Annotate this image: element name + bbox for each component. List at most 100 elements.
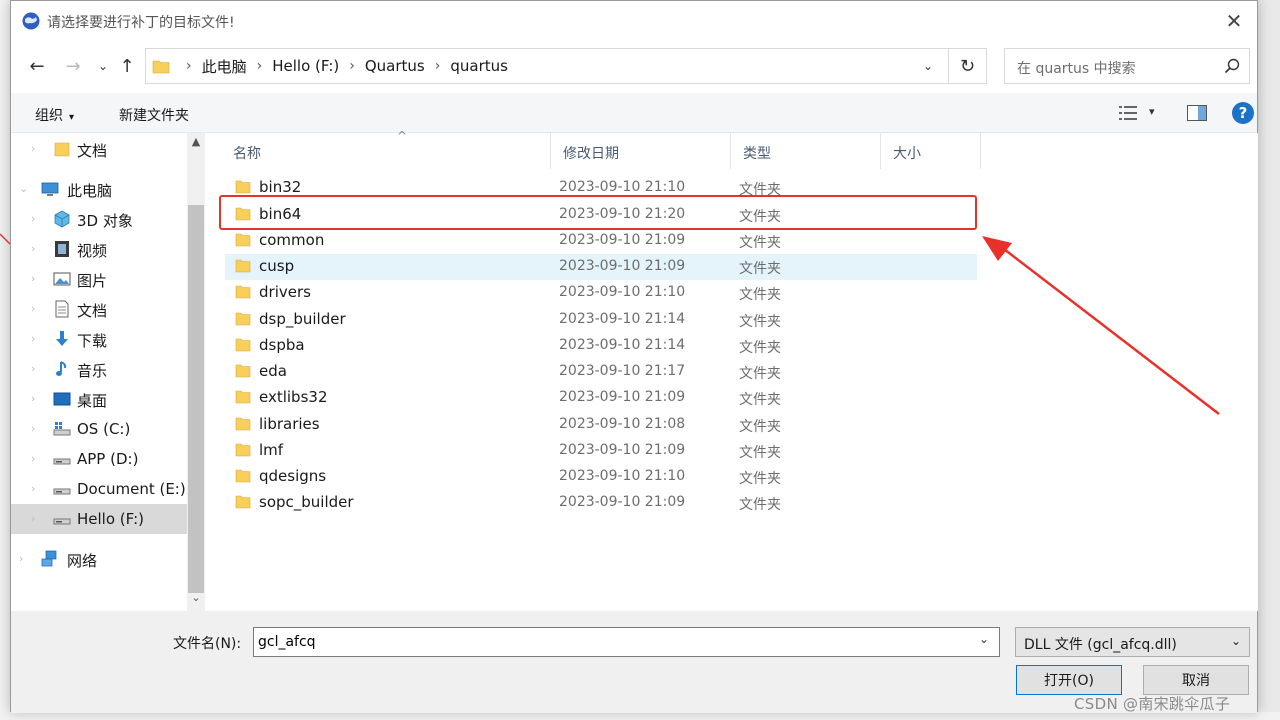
file-modified-date: 2023-09-10 21:10 <box>559 179 686 195</box>
help-icon[interactable]: ? <box>1232 102 1254 124</box>
chevron-right-icon[interactable]: › <box>257 58 263 74</box>
chevron-right-icon[interactable]: › <box>31 212 35 225</box>
folder-icon <box>235 338 251 352</box>
breadcrumb-quartus-root[interactable]: Quartus <box>365 57 425 75</box>
file-name: cusp <box>259 257 295 275</box>
chevron-right-icon[interactable]: › <box>349 58 355 74</box>
file-row[interactable]: cusp 2023-09-10 21:09 文件夹 <box>225 254 977 280</box>
scroll-down-icon[interactable]: ⌄ <box>187 591 205 609</box>
nav-drive-f[interactable]: › Hello (F:) <box>11 504 187 534</box>
column-header-type[interactable]: 类型 <box>731 133 881 169</box>
chevron-right-icon[interactable]: › <box>31 392 35 405</box>
open-button[interactable]: 打开(O) <box>1016 665 1122 695</box>
recent-locations-button[interactable]: ⌄ <box>91 54 115 78</box>
view-options-icon[interactable] <box>1119 105 1137 121</box>
nav-pictures[interactable]: › 图片 <box>11 264 187 294</box>
chevron-right-icon[interactable]: › <box>31 272 35 285</box>
folder-icon <box>235 259 251 273</box>
filename-history-dropdown[interactable]: ⌄ <box>979 632 989 646</box>
breadcrumb-this-pc[interactable]: 此电脑 <box>202 56 247 77</box>
scroll-thumb[interactable] <box>188 205 204 593</box>
column-header-size[interactable]: 大小 <box>881 133 981 169</box>
forward-button[interactable]: → <box>61 54 85 78</box>
nav-drive-d[interactable]: › APP (D:) <box>11 444 187 474</box>
chevron-right-icon[interactable]: › <box>19 552 23 565</box>
column-header-name[interactable]: 名称 ^ <box>221 129 551 169</box>
column-header-modified[interactable]: 修改日期 <box>551 133 731 169</box>
chevron-right-icon[interactable]: › <box>31 302 35 315</box>
nav-3d-objects[interactable]: › 3D 对象 <box>11 204 187 234</box>
file-type: 文件夹 <box>739 419 781 435</box>
organize-menu[interactable]: 组织 ▾ <box>35 105 74 125</box>
desktop-icon <box>53 392 71 406</box>
file-row[interactable]: sopc_builder 2023-09-10 21:09 文件夹 <box>225 490 977 516</box>
folder-icon <box>235 443 251 457</box>
search-input[interactable]: 在 quartus 中搜索 <box>1004 48 1250 84</box>
file-modified-date: 2023-09-10 21:09 <box>559 258 686 274</box>
back-button[interactable]: ← <box>25 54 49 78</box>
file-row[interactable]: drivers 2023-09-10 21:10 文件夹 <box>225 280 977 306</box>
cancel-button[interactable]: 取消 <box>1143 665 1249 695</box>
scroll-up-icon[interactable]: ▲ <box>187 135 205 153</box>
file-row[interactable]: lmf 2023-09-10 21:09 文件夹 <box>225 438 977 464</box>
chevron-right-icon[interactable]: › <box>31 332 35 345</box>
file-row[interactable]: libraries 2023-09-10 21:08 文件夹 <box>225 412 977 438</box>
file-modified-date: 2023-09-10 21:10 <box>559 284 686 300</box>
sidebar-scrollbar[interactable]: ▲ ⌄ <box>187 133 205 611</box>
file-row[interactable]: qdesigns 2023-09-10 21:10 文件夹 <box>225 464 977 490</box>
filetype-value: DLL 文件 (gcl_afcq.dll) <box>1024 637 1177 653</box>
annotation-highlight-box <box>219 195 977 230</box>
address-dropdown-button[interactable]: ⌄ <box>914 49 942 83</box>
nav-label: 视频 <box>77 242 108 260</box>
up-button[interactable]: ↑ <box>115 54 139 78</box>
nav-downloads[interactable]: › 下载 <box>11 324 187 354</box>
view-caret-icon[interactable]: ▾ <box>1149 105 1155 118</box>
folder-icon <box>235 417 251 431</box>
file-type: 文件夹 <box>739 340 781 356</box>
preview-pane-icon[interactable] <box>1187 105 1207 121</box>
new-folder-button[interactable]: 新建文件夹 <box>119 105 189 125</box>
nav-label: Hello (F:) <box>77 510 145 528</box>
address-bar[interactable]: › 此电脑 › Hello (F:) › Quartus › quartus ⌄… <box>145 48 987 84</box>
breadcrumb-quartus[interactable]: quartus <box>450 57 508 75</box>
drive-icon <box>53 488 71 495</box>
nav-this-pc[interactable]: ⌄ 此电脑 <box>11 174 187 204</box>
organize-label: 组织 <box>35 108 63 124</box>
nav-music[interactable]: › 音乐 <box>11 354 187 384</box>
chevron-down-icon[interactable]: ⌄ <box>19 182 28 195</box>
chevron-right-icon[interactable]: › <box>435 58 441 74</box>
breadcrumb-drive-f[interactable]: Hello (F:) <box>272 57 339 75</box>
chevron-right-icon[interactable]: › <box>31 242 35 255</box>
file-name: bin32 <box>259 178 302 196</box>
nav-drive-c[interactable]: › OS (C:) <box>11 414 187 444</box>
file-modified-date: 2023-09-10 21:09 <box>559 232 686 248</box>
filename-input[interactable] <box>253 627 1000 657</box>
file-row[interactable]: dsp_builder 2023-09-10 21:14 文件夹 <box>225 307 977 333</box>
nav-documents[interactable]: › 文档 <box>11 294 187 324</box>
chevron-right-icon[interactable]: › <box>31 482 35 495</box>
close-button[interactable]: ✕ <box>1211 1 1257 41</box>
refresh-button[interactable]: ↻ <box>948 49 986 83</box>
file-row[interactable]: eda 2023-09-10 21:17 文件夹 <box>225 359 977 385</box>
chevron-right-icon[interactable]: › <box>31 142 35 155</box>
file-row[interactable]: dspba 2023-09-10 21:14 文件夹 <box>225 333 977 359</box>
file-name: drivers <box>259 283 311 301</box>
chevron-right-icon[interactable]: › <box>31 422 35 435</box>
search-icon[interactable] <box>1223 57 1241 75</box>
nav-documents-quick[interactable]: › 文档 <box>11 134 187 164</box>
file-type: 文件夹 <box>739 497 781 513</box>
chevron-right-icon[interactable]: › <box>31 452 35 465</box>
filetype-select[interactable]: DLL 文件 (gcl_afcq.dll) ⌄ <box>1015 627 1250 657</box>
folder-icon <box>235 233 251 247</box>
chevron-right-icon[interactable]: › <box>31 362 35 375</box>
nav-drive-e[interactable]: › Document (E:) <box>11 474 187 504</box>
nav-videos[interactable]: › 视频 <box>11 234 187 264</box>
file-row[interactable]: common 2023-09-10 21:09 文件夹 <box>225 228 977 254</box>
navigation-bar: ← → ⌄ ↑ › 此电脑 › Hello (F:) › Quartus › q… <box>11 41 1257 93</box>
file-type: 文件夹 <box>739 392 781 408</box>
chevron-right-icon[interactable]: › <box>31 512 35 525</box>
file-row[interactable]: extlibs32 2023-09-10 21:09 文件夹 <box>225 385 977 411</box>
nav-network[interactable]: › 网络 <box>11 544 187 574</box>
nav-label: 此电脑 <box>67 182 113 200</box>
nav-desktop[interactable]: › 桌面 <box>11 384 187 414</box>
